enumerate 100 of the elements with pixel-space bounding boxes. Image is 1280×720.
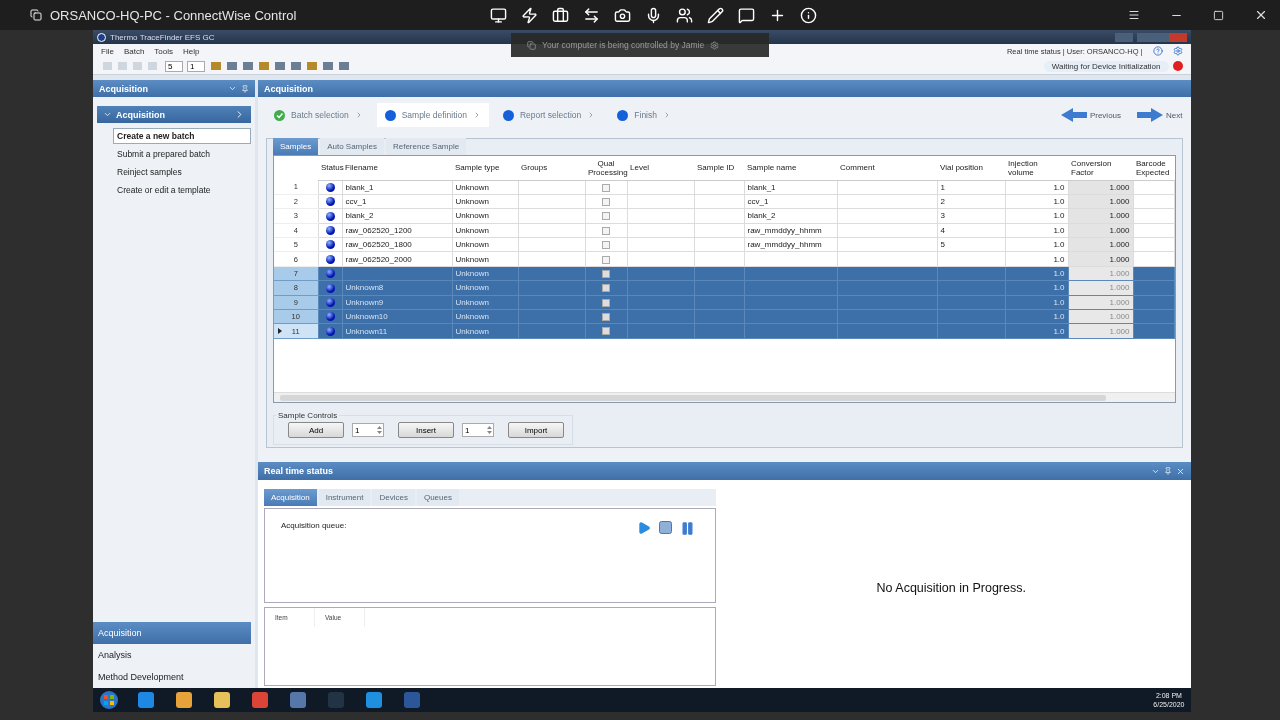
- column-header[interactable]: Conversion Factor: [1068, 156, 1133, 180]
- check-icon: [274, 109, 285, 121]
- tab[interactable]: Reference Sample: [385, 138, 467, 155]
- menu-item[interactable]: Tools: [154, 46, 174, 56]
- status-message: No Acquisition in Progress.: [876, 581, 1026, 595]
- info-icon[interactable]: [800, 6, 817, 24]
- window-controls-icon[interactable]: [1114, 32, 1187, 42]
- maximize-icon[interactable]: [1213, 9, 1224, 21]
- monitor-icon[interactable]: [490, 6, 507, 24]
- app-title: Thermo TraceFinder EFS GC: [110, 32, 215, 42]
- help-icon[interactable]: [1152, 46, 1163, 56]
- window-icon: [527, 40, 536, 50]
- column-header[interactable]: Qual Processing: [585, 156, 627, 180]
- checkbox[interactable]: [602, 269, 610, 278]
- checkbox[interactable]: [602, 327, 610, 336]
- current-row-icon: [278, 328, 282, 335]
- tab[interactable]: Instrument: [318, 489, 371, 506]
- task-link[interactable]: Reinject samples: [113, 164, 251, 180]
- nav-item[interactable]: Method Development: [93, 666, 251, 688]
- pause-icon[interactable]: [680, 521, 695, 536]
- lightning-icon[interactable]: [521, 6, 538, 24]
- taskbar-app-icon[interactable]: [135, 690, 157, 710]
- panel-title: Real time status: [264, 466, 335, 476]
- banner-text: Your computer is being controlled by Jamie: [542, 40, 705, 50]
- column-header[interactable]: Vial position: [937, 156, 1005, 180]
- previous-button[interactable]: Previous: [1060, 108, 1122, 122]
- menu-item[interactable]: Help: [183, 46, 200, 56]
- wizard-step[interactable]: Batch selection: [266, 103, 371, 127]
- insert-button[interactable]: Insert: [398, 422, 454, 438]
- checkbox[interactable]: [602, 226, 610, 235]
- task-link[interactable]: Submit a prepared batch: [113, 146, 251, 162]
- stop-icon[interactable]: [659, 521, 672, 534]
- arrow-right-icon: [1137, 108, 1164, 122]
- checkbox[interactable]: [602, 241, 610, 250]
- group-header[interactable]: Acquisition: [97, 106, 251, 123]
- checkbox[interactable]: [602, 197, 610, 206]
- column-header[interactable]: Sample ID: [694, 156, 744, 180]
- column-header[interactable]: Injection volume: [1005, 156, 1068, 180]
- tab[interactable]: Queues: [416, 489, 459, 506]
- spinner-field[interactable]: 5: [165, 60, 183, 72]
- spinner-icon[interactable]: [376, 424, 383, 436]
- gear-icon[interactable]: [710, 40, 720, 50]
- error-icon: [1172, 61, 1183, 71]
- queue-label: Acquisition queue:: [281, 521, 348, 530]
- checkbox[interactable]: [602, 255, 610, 264]
- next-button[interactable]: Next: [1137, 108, 1183, 122]
- pin-icon[interactable]: [241, 84, 249, 93]
- menu-item[interactable]: File: [101, 46, 114, 56]
- tab[interactable]: Auto Samples: [320, 138, 384, 155]
- checkbox[interactable]: [602, 298, 610, 307]
- status-dot-icon: [617, 109, 629, 121]
- column-header[interactable]: Barcode Expected: [1133, 156, 1174, 180]
- add-button[interactable]: Add: [288, 422, 344, 438]
- count-field[interactable]: 1: [462, 423, 494, 437]
- dropdown-icon[interactable]: [228, 84, 237, 93]
- close-icon[interactable]: [1254, 8, 1268, 22]
- chat-icon[interactable]: [738, 6, 755, 24]
- column-header[interactable]: Comment: [837, 156, 937, 180]
- tab[interactable]: Samples: [273, 138, 319, 155]
- window-icon: [30, 9, 42, 21]
- column-header[interactable]: Sample name: [744, 156, 837, 180]
- camera-icon[interactable]: [614, 6, 631, 24]
- play-icon[interactable]: [637, 521, 651, 535]
- taskbar-app-icon[interactable]: [173, 690, 195, 710]
- taskbar-app-icon[interactable]: [211, 690, 233, 710]
- menu-item[interactable]: Batch: [123, 46, 145, 56]
- checkbox[interactable]: [602, 313, 610, 322]
- spinner-icon[interactable]: [486, 424, 493, 436]
- wizard-step[interactable]: Finish: [609, 103, 679, 127]
- checkbox[interactable]: [602, 212, 610, 221]
- column-header[interactable]: Groups: [518, 156, 585, 180]
- task-link[interactable]: Create or edit a template: [113, 182, 251, 198]
- spinner-field[interactable]: 1: [187, 60, 205, 72]
- pencil-icon[interactable]: [707, 6, 724, 24]
- arrows-icon[interactable]: [583, 6, 600, 24]
- status-dot-icon: [502, 109, 514, 121]
- wizard-step[interactable]: Sample definition: [376, 103, 489, 127]
- device-status: Waiting for Device Initialization: [1043, 60, 1169, 72]
- microphone-icon[interactable]: [645, 6, 662, 24]
- settings-icon[interactable]: [1172, 46, 1183, 56]
- taskbar-app-icon[interactable]: [363, 690, 385, 710]
- menu-icon[interactable]: [1128, 9, 1140, 21]
- nav-item[interactable]: Analysis: [93, 644, 251, 666]
- task-link[interactable]: Create a new batch: [113, 128, 251, 144]
- checkbox[interactable]: [602, 183, 610, 192]
- people-icon[interactable]: [676, 6, 693, 24]
- import-button[interactable]: Import: [508, 422, 564, 438]
- column-header[interactable]: Status: [318, 156, 342, 180]
- briefcase-icon[interactable]: [552, 6, 569, 24]
- column-header[interactable]: Sample type: [452, 156, 518, 180]
- start-icon[interactable]: [99, 690, 119, 710]
- tab[interactable]: Devices: [372, 489, 415, 506]
- chevron-icon: [663, 111, 671, 119]
- column-header[interactable]: Level: [627, 156, 694, 180]
- pin-icon[interactable]: [1163, 467, 1172, 475]
- tab[interactable]: Acquisition: [264, 489, 317, 506]
- count-field[interactable]: 1: [352, 423, 384, 437]
- wizard-step[interactable]: Report selection: [494, 103, 604, 127]
- checkbox[interactable]: [602, 284, 610, 293]
- nav-item[interactable]: Acquisition: [93, 622, 251, 644]
